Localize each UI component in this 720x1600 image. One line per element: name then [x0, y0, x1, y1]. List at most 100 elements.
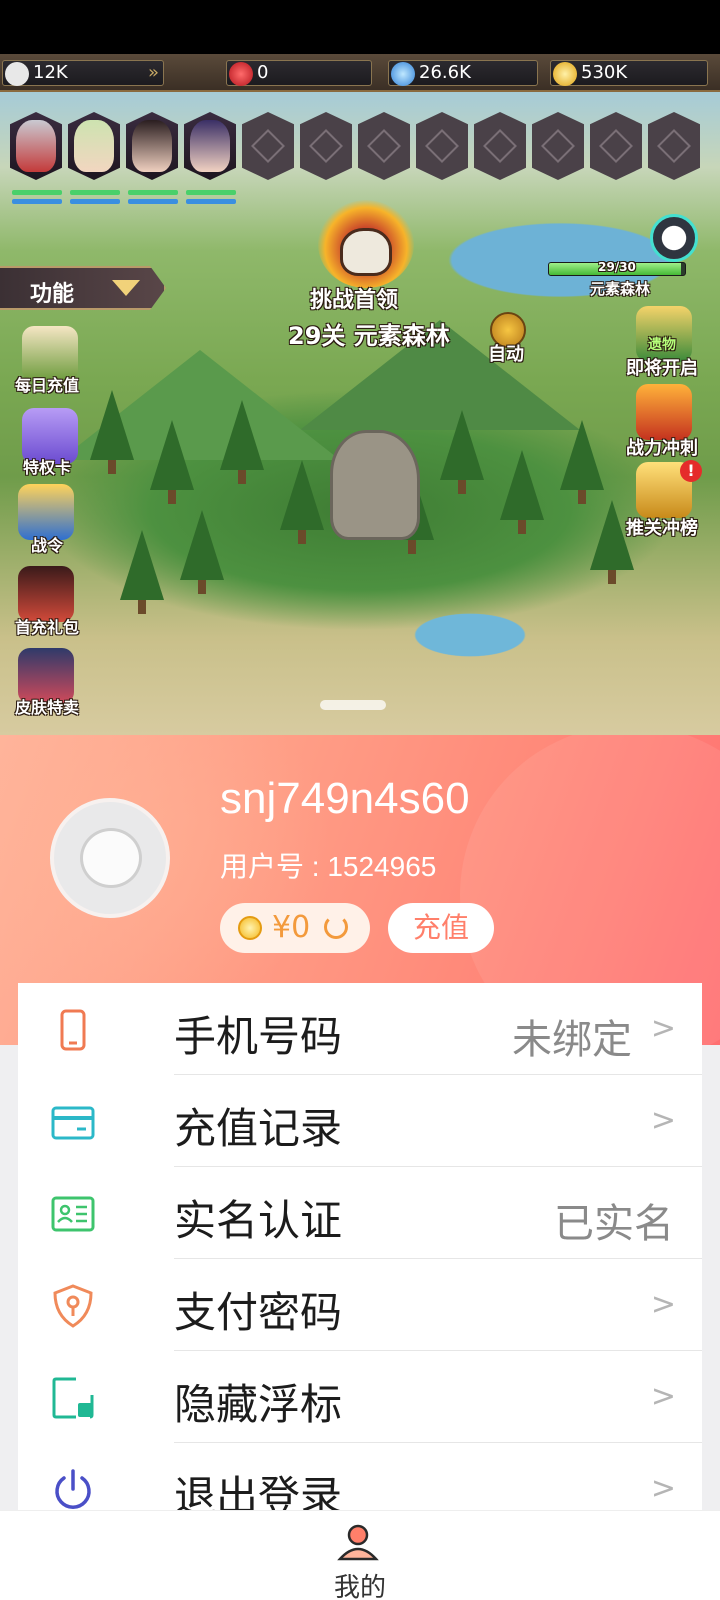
stone-ruin[interactable]	[330, 430, 420, 540]
hero-portrait	[132, 120, 172, 172]
balance-pill: ¥0	[220, 903, 370, 953]
ruby-counter[interactable]: 0	[226, 60, 372, 86]
function-menu-label: 功能	[30, 282, 75, 307]
menu-item-real-name[interactable]: 实名认证 已实名	[18, 1167, 702, 1259]
chevron-double-icon: »	[147, 62, 159, 83]
empty-slot-emblem-icon	[541, 129, 575, 163]
tree-shape	[180, 510, 224, 594]
game-scene[interactable]	[0, 90, 720, 735]
hero-hp-bar	[128, 190, 178, 195]
fist-icon	[5, 62, 29, 86]
game-view[interactable]: 12K » 0 26.6K 530K 功能 挑战首领 29关 元素森林 自动 2…	[0, 0, 720, 735]
empty-slot-emblem-icon	[483, 129, 517, 163]
hero-slot-empty[interactable]	[648, 112, 700, 180]
menu-item-label: 支付密码	[174, 1288, 343, 1337]
chevron-right-icon: >	[650, 1471, 676, 1506]
tab-me-label: 我的	[333, 1573, 386, 1600]
hero-portrait	[16, 120, 56, 172]
hero-slot-empty[interactable]	[590, 112, 642, 180]
tree-shape	[280, 460, 324, 544]
home-indicator[interactable]	[320, 700, 386, 710]
power-counter[interactable]: 12K »	[2, 60, 164, 86]
tree-shape	[90, 390, 134, 474]
chevron-right-icon: >	[650, 1287, 676, 1322]
hero-slot-empty[interactable]	[242, 112, 294, 180]
hero-slot-empty[interactable]	[358, 112, 410, 180]
tree-shape	[120, 530, 164, 614]
privilege-card-label: 特权卡	[22, 458, 71, 477]
hero-slot-3[interactable]	[126, 112, 178, 180]
power-value: 12K	[33, 62, 68, 83]
hero-slot-2[interactable]	[68, 112, 120, 180]
empty-slot-emblem-icon	[251, 129, 285, 163]
hero-hp-bar	[12, 190, 62, 195]
menu-item-value: 已实名	[554, 1201, 674, 1247]
hero-portrait	[74, 120, 114, 172]
account-menu: 手机号码 未绑定 > 充值记录 > 实名认证 已实名 支付密码 > 隐藏浮标 >…	[18, 983, 702, 1521]
refresh-icon[interactable]	[324, 915, 348, 939]
menu-item-label: 充值记录	[174, 1104, 343, 1153]
username: snj749n4s60	[220, 774, 470, 823]
battle-pass-label: 战令	[30, 536, 63, 555]
hero-slot-empty[interactable]	[300, 112, 352, 180]
status-bar	[0, 0, 720, 54]
menu-item-label: 隐藏浮标	[174, 1380, 343, 1429]
menu-item-label: 实名认证	[174, 1196, 343, 1245]
hero-slot-4[interactable]	[184, 112, 236, 180]
ruby-value: 0	[257, 62, 269, 83]
empty-slot-emblem-icon	[599, 129, 633, 163]
menu-item-payment-password[interactable]: 支付密码 >	[18, 1259, 702, 1351]
chevron-right-icon: >	[650, 1379, 676, 1414]
hero-energy-bar	[128, 199, 178, 204]
first-recharge-gift-label: 首充礼包	[14, 618, 79, 637]
empty-slot-emblem-icon	[657, 129, 691, 163]
skull-icon	[340, 228, 392, 276]
chevron-right-icon: >	[650, 1103, 676, 1138]
menu-item-recharge-history[interactable]: 充值记录 >	[18, 1075, 702, 1167]
gold-counter[interactable]: 530K	[550, 60, 708, 86]
menu-item-hide-float[interactable]: 隐藏浮标 >	[18, 1351, 702, 1443]
tree-shape	[150, 420, 194, 504]
empty-slot-emblem-icon	[425, 129, 459, 163]
coin-icon	[238, 916, 262, 940]
diamond-counter[interactable]: 26.6K	[388, 60, 538, 86]
tree-shape	[500, 450, 544, 534]
hero-energy-bar	[12, 199, 62, 204]
relic-badge: 遗物	[648, 337, 676, 353]
zone-name-label: 元素森林	[590, 280, 651, 298]
zone-boss-avatar[interactable]	[650, 214, 698, 262]
daily-recharge-label: 每日充值	[14, 376, 79, 395]
bottom-tab-bar: 我的	[0, 1510, 720, 1600]
function-menu-button[interactable]: 功能	[0, 266, 166, 310]
hero-energy-bar	[186, 199, 236, 204]
tree-shape	[440, 410, 484, 494]
hero-slot-empty[interactable]	[532, 112, 584, 180]
power-rush-label: 战力冲刺	[626, 438, 698, 459]
user-id: 用户号 : 1524965	[220, 851, 437, 882]
hero-slot-1[interactable]	[10, 112, 62, 180]
user-icon	[337, 1524, 379, 1561]
empty-slot-emblem-icon	[367, 129, 401, 163]
shield-key-icon	[53, 1284, 93, 1328]
tree-shape	[220, 400, 264, 484]
power-icon	[55, 1469, 91, 1509]
gold-coin-icon	[553, 62, 577, 86]
ruby-icon	[229, 62, 253, 86]
stage-label: 29关 元素森林	[288, 322, 450, 350]
alert-badge-icon: !	[680, 460, 702, 482]
auto-battle-label: 自动	[488, 344, 524, 365]
hero-slot-empty[interactable]	[474, 112, 526, 180]
avatar[interactable]	[50, 798, 170, 918]
id-card-icon	[51, 1196, 95, 1232]
hero-slot-empty[interactable]	[416, 112, 468, 180]
resource-bar: 12K » 0 26.6K 530K	[0, 54, 720, 92]
power-rush-icon[interactable]	[636, 384, 692, 440]
bear-avatar-icon	[80, 828, 142, 888]
menu-item-phone[interactable]: 手机号码 未绑定 >	[18, 983, 702, 1075]
recharge-button[interactable]: 充值	[388, 903, 494, 953]
card-icon	[51, 1106, 95, 1140]
hero-hp-bar	[186, 190, 236, 195]
skin-sale-label: 皮肤特卖	[14, 698, 79, 717]
tab-me[interactable]: 我的	[300, 1511, 420, 1600]
stage-ranking-label: 推关冲榜	[626, 518, 698, 539]
